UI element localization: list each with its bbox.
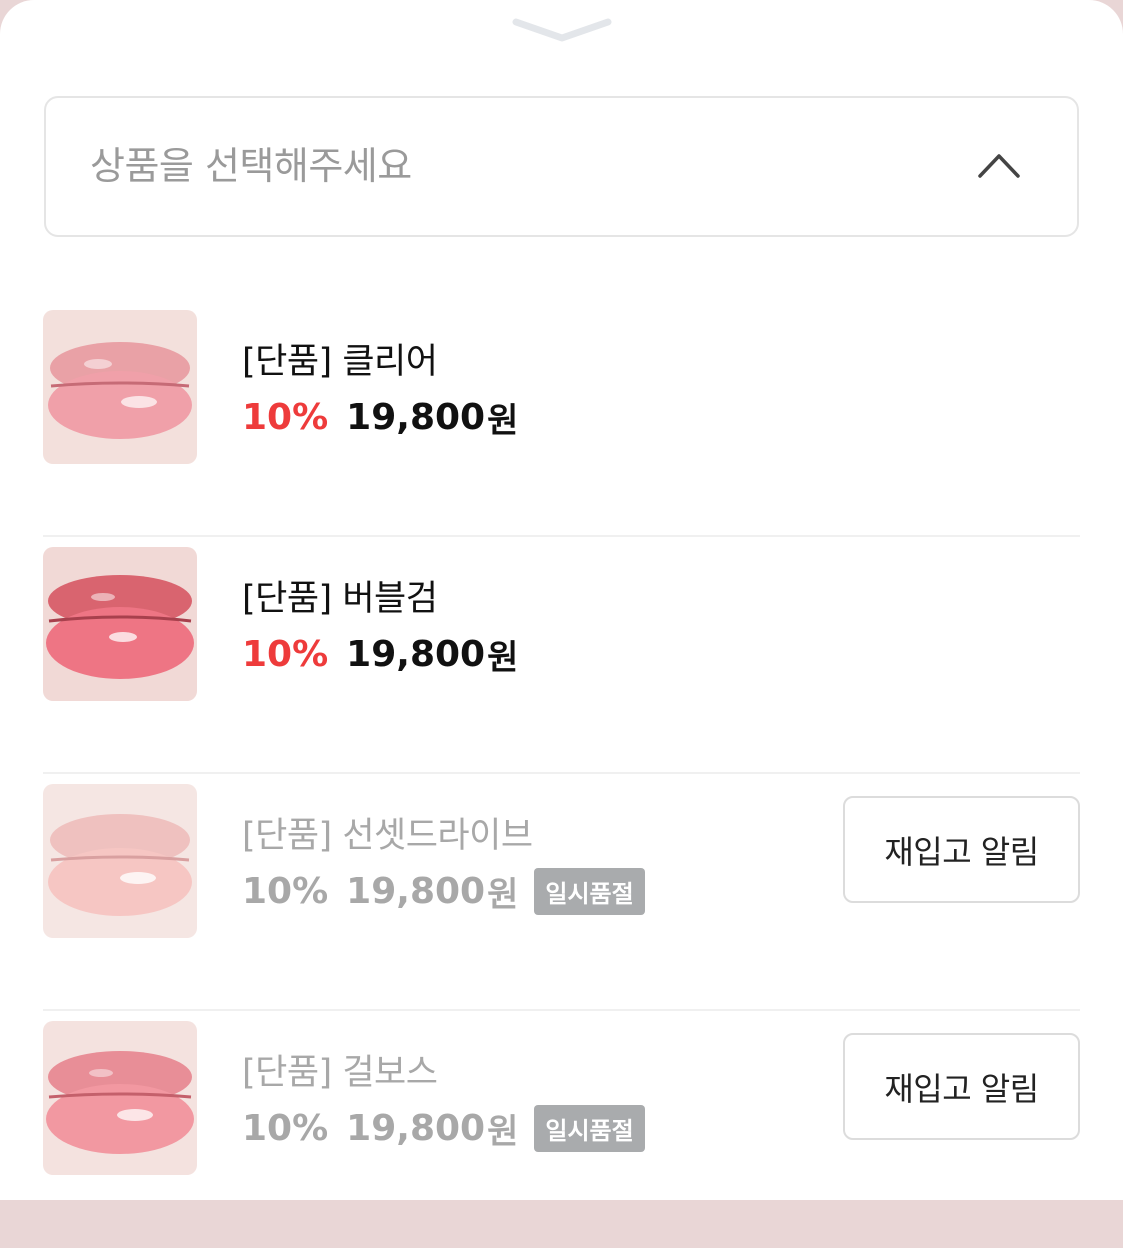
select-placeholder: 상품을 선택해주세요: [90, 144, 412, 188]
product-option-sunsetdrive: [단품] 선셋드라이브 10% 19,800 원 일시품절 재입고 알림: [43, 774, 1080, 1011]
product-option-girlboss: [단품] 걸보스 10% 19,800 원 일시품절 재입고 알림: [43, 1011, 1080, 1248]
product-name: [단품] 클리어: [242, 342, 438, 382]
option-sheet: 상품을 선택해주세요 [단품] 클리어 10% 19,800 원 [단품] 버블…: [0, 0, 1123, 1200]
currency-unit: 원: [487, 638, 519, 678]
product-name: [단품] 걸보스: [242, 1053, 438, 1093]
sold-out-badge: 일시품절: [534, 1105, 645, 1152]
sold-out-badge: 일시품절: [534, 868, 645, 915]
product-thumbnail: [43, 547, 197, 701]
product-select-dropdown[interactable]: 상품을 선택해주세요: [44, 96, 1079, 237]
price-row: 10% 19,800 원 일시품절: [242, 1104, 645, 1153]
restock-alert-button[interactable]: 재입고 알림: [843, 1033, 1080, 1140]
price-amount: 19,800: [346, 397, 486, 438]
price-amount: 19,800: [346, 871, 486, 912]
product-option-bubblegum[interactable]: [단품] 버블검 10% 19,800 원: [43, 537, 1080, 774]
product-name: [단품] 버블검: [242, 579, 438, 619]
price-row: 10% 19,800 원 일시품절: [242, 867, 645, 916]
discount-rate: 10%: [242, 1108, 329, 1149]
discount-rate: 10%: [242, 397, 329, 438]
product-thumbnail: [43, 310, 197, 464]
currency-unit: 원: [487, 401, 519, 441]
price-row: 10% 19,800 원: [242, 393, 518, 442]
currency-unit: 원: [487, 875, 519, 915]
discount-rate: 10%: [242, 634, 329, 675]
chevron-up-icon: [978, 154, 1020, 178]
currency-unit: 원: [487, 1112, 519, 1152]
price-row: 10% 19,800 원: [242, 630, 518, 679]
product-option-clear[interactable]: [단품] 클리어 10% 19,800 원: [43, 300, 1080, 537]
product-option-list: [단품] 클리어 10% 19,800 원 [단품] 버블검 10% 19,80…: [43, 300, 1080, 1248]
price-amount: 19,800: [346, 634, 486, 675]
chevron-down-icon[interactable]: [512, 14, 612, 44]
product-name: [단품] 선셋드라이브: [242, 816, 533, 856]
product-thumbnail: [43, 1021, 197, 1175]
product-thumbnail: [43, 784, 197, 938]
restock-alert-button[interactable]: 재입고 알림: [843, 796, 1080, 903]
discount-rate: 10%: [242, 871, 329, 912]
price-amount: 19,800: [346, 1108, 486, 1149]
